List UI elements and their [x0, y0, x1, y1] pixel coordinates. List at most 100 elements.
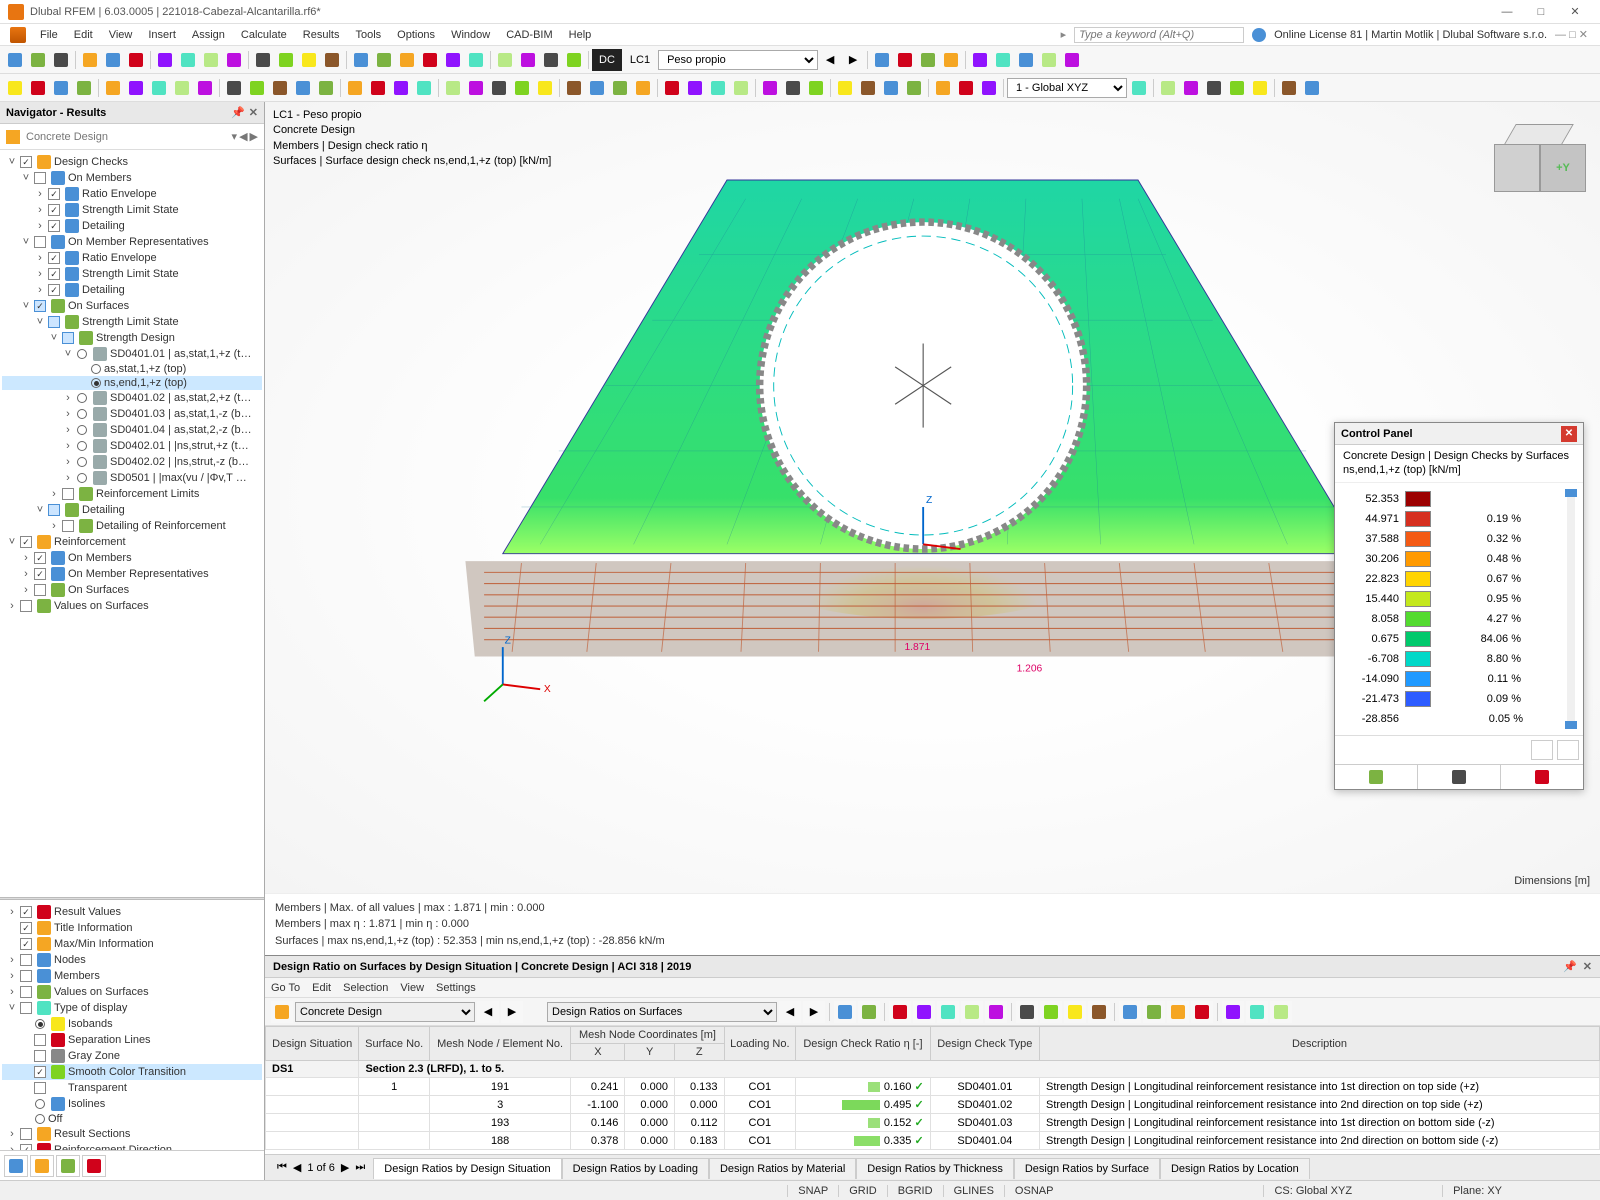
results-tab-4[interactable]: Design Ratios by Surface — [1014, 1158, 1160, 1179]
nav-tab-1[interactable] — [4, 1155, 28, 1177]
rp-btn[interactable] — [858, 1001, 880, 1023]
tb1-btn[interactable] — [494, 49, 516, 71]
rp-btn[interactable] — [889, 1001, 911, 1023]
viewport-canvas[interactable]: LC1 - Peso propio Concrete Design Member… — [265, 102, 1600, 893]
menu-view[interactable]: View — [101, 27, 141, 43]
tb1-btn[interactable] — [373, 49, 395, 71]
lc-code[interactable]: LC1 — [623, 49, 657, 71]
tb1-btn[interactable] — [298, 49, 320, 71]
navigator-category-dropdown[interactable]: Concrete Design ▾◀▶ — [0, 124, 264, 150]
tb1-btn[interactable] — [223, 49, 245, 71]
tb1-btn[interactable] — [321, 49, 343, 71]
tree-node[interactable]: ›Reinforcement Limits — [2, 486, 262, 502]
menu-calculate[interactable]: Calculate — [233, 27, 295, 43]
cp-tab-2[interactable] — [1418, 765, 1501, 789]
tb2-btn[interactable] — [880, 77, 902, 99]
menu-edit[interactable]: Edit — [66, 27, 101, 43]
rp-btn[interactable] — [834, 1001, 856, 1023]
globe-icon[interactable] — [1252, 28, 1266, 42]
close-button[interactable]: ✕ — [1558, 0, 1592, 24]
rp-btn[interactable] — [1246, 1001, 1268, 1023]
tree-node[interactable]: ›Detailing — [2, 218, 262, 234]
tb1-btn[interactable] — [917, 49, 939, 71]
tree-node[interactable]: ˅SD0401.01 | as,stat,1,+z (t… — [2, 346, 262, 362]
tb1-btn[interactable] — [517, 49, 539, 71]
tb1-btn[interactable] — [1061, 49, 1083, 71]
tb1-btn[interactable] — [563, 49, 585, 71]
tb1-btn[interactable] — [396, 49, 418, 71]
rp-menu-goto[interactable]: Go To — [271, 982, 300, 994]
close-icon[interactable]: ✕ — [249, 106, 258, 119]
tree-node[interactable]: ›Reinforcement Direction — [2, 1142, 262, 1150]
tree-node[interactable]: ›On Surfaces — [2, 582, 262, 598]
cp-btn-1[interactable] — [1531, 740, 1553, 760]
tb1-btn[interactable] — [419, 49, 441, 71]
tree-node[interactable]: ›Result Sections — [2, 1126, 262, 1142]
tb1-btn[interactable] — [275, 49, 297, 71]
page-prev[interactable]: ◀ — [291, 1161, 303, 1174]
rp-btn[interactable] — [985, 1001, 1007, 1023]
results-tab-3[interactable]: Design Ratios by Thickness — [856, 1158, 1014, 1179]
legend-slider-top[interactable] — [1565, 489, 1577, 497]
rp-btn[interactable] — [1040, 1001, 1062, 1023]
tb2-btn[interactable] — [367, 77, 389, 99]
tree-node[interactable]: ˅On Members — [2, 170, 262, 186]
nav-tab-2[interactable] — [30, 1155, 54, 1177]
tb1-btn[interactable] — [442, 49, 464, 71]
tree-node[interactable]: ›SD0501 | |max(vu / |Φv,T … — [2, 470, 262, 486]
tree-node[interactable]: Isolines — [2, 1096, 262, 1112]
tree-node[interactable]: Isobands — [2, 1016, 262, 1032]
navigator-tree-display[interactable]: ›Result ValuesTitle InformationMax/Min I… — [0, 900, 264, 1150]
tb1-btn[interactable] — [154, 49, 176, 71]
tree-node[interactable]: Gray Zone — [2, 1048, 262, 1064]
tree-node[interactable]: ›SD0401.03 | as,stat,1,-z (b… — [2, 406, 262, 422]
tb2-btn[interactable] — [1203, 77, 1225, 99]
tb1-btn[interactable] — [940, 49, 962, 71]
tree-node[interactable]: ns,end,1,+z (top) — [2, 376, 262, 390]
keyword-search-input[interactable] — [1074, 27, 1244, 43]
results-tab-2[interactable]: Design Ratios by Material — [709, 1158, 856, 1179]
tb1-btn[interactable] — [894, 49, 916, 71]
tb2-btn[interactable] — [684, 77, 706, 99]
tb1-btn[interactable] — [125, 49, 147, 71]
tree-node[interactable]: ›On Members — [2, 550, 262, 566]
tree-node[interactable]: Off — [2, 1112, 262, 1126]
rp-menu-selection[interactable]: Selection — [343, 982, 388, 994]
nav-cube[interactable]: +Y — [1490, 122, 1580, 212]
tree-node[interactable]: Title Information — [2, 920, 262, 936]
tb2-btn[interactable] — [534, 77, 556, 99]
tb1-btn[interactable] — [79, 49, 101, 71]
tb2-btn[interactable] — [834, 77, 856, 99]
legend-slider-bottom[interactable] — [1565, 721, 1577, 729]
tree-node[interactable]: ›SD0402.01 | |ns,strut,+z (t… — [2, 438, 262, 454]
tree-node[interactable]: ›SD0401.02 | as,stat,2,+z (t… — [2, 390, 262, 406]
cp-tab-1[interactable] — [1335, 765, 1418, 789]
tb2-btn[interactable] — [125, 77, 147, 99]
tree-node[interactable]: ˅Design Checks — [2, 154, 262, 170]
tb2-btn[interactable] — [805, 77, 827, 99]
tb2-btn[interactable] — [1226, 77, 1248, 99]
page-next[interactable]: ▶ — [339, 1161, 351, 1174]
tb2-btn[interactable] — [292, 77, 314, 99]
tb1-btn[interactable] — [50, 49, 72, 71]
tb2-btn[interactable] — [194, 77, 216, 99]
page-first[interactable]: ⏮ — [275, 1161, 289, 1174]
tb2-btn[interactable] — [1278, 77, 1300, 99]
tb1-btn[interactable] — [177, 49, 199, 71]
rp-prev[interactable]: ◀ — [477, 1001, 499, 1023]
tb1-btn[interactable] — [871, 49, 893, 71]
menu-assign[interactable]: Assign — [184, 27, 233, 43]
tb2-btn[interactable] — [511, 77, 533, 99]
rp-btn[interactable] — [913, 1001, 935, 1023]
window-menu-small-icon[interactable]: — □ ✕ — [1555, 28, 1588, 41]
menu-help[interactable]: Help — [561, 27, 600, 43]
maximize-button[interactable]: □ — [1524, 0, 1558, 24]
tb2-btn[interactable] — [246, 77, 268, 99]
rp-menu-view[interactable]: View — [400, 982, 424, 994]
results-tab-0[interactable]: Design Ratios by Design Situation — [373, 1158, 561, 1179]
rp-dd1[interactable]: Concrete Design — [295, 1002, 475, 1022]
tb2-btn[interactable] — [632, 77, 654, 99]
tb2-btn[interactable] — [903, 77, 925, 99]
menu-window[interactable]: Window — [443, 27, 498, 43]
tree-node[interactable]: ›Ratio Envelope — [2, 186, 262, 202]
